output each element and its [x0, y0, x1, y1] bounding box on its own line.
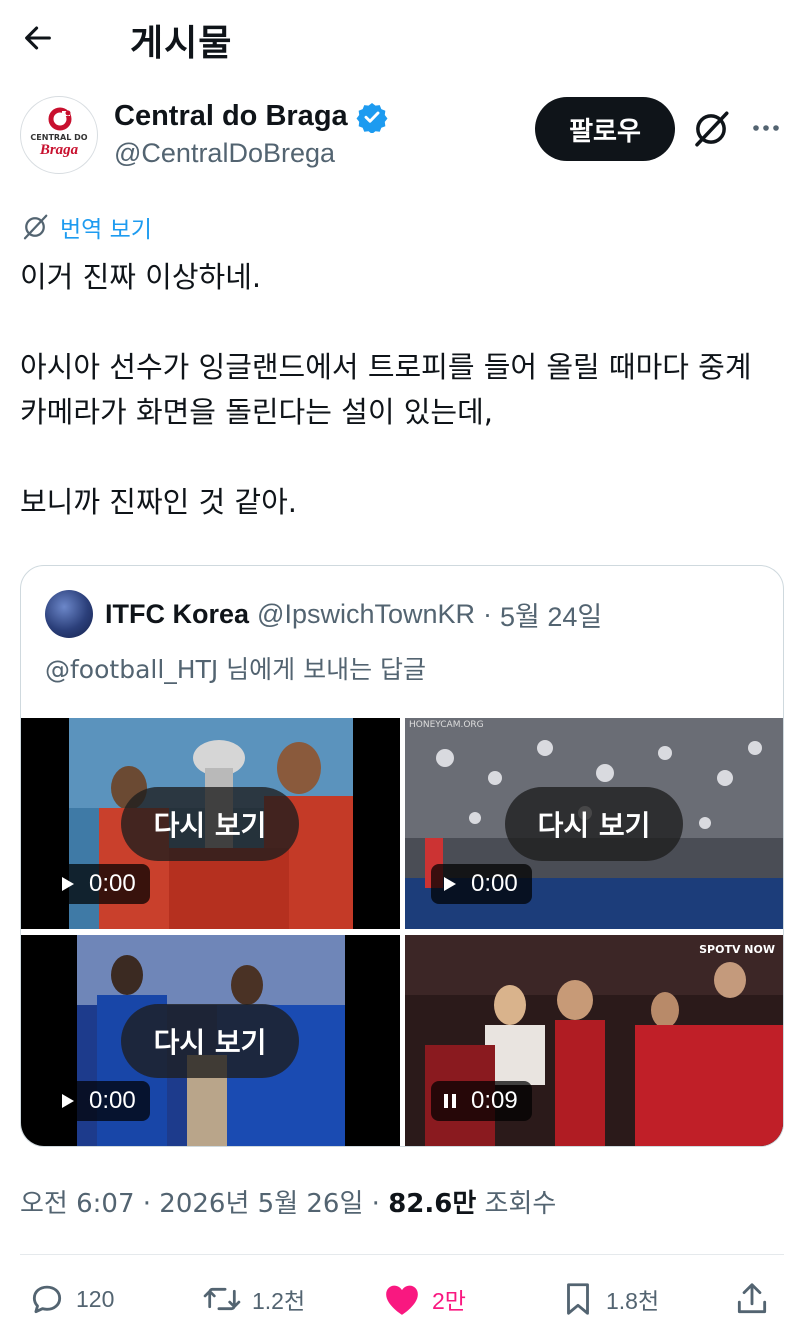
page-title: 게시물 [130, 23, 233, 64]
avatar-text-bottom: Braga [39, 142, 79, 158]
post-date[interactable]: 2026년 5월 26일 [159, 1189, 363, 1219]
back-arrow-icon[interactable] [18, 18, 58, 58]
reply-to-text: @football_HTJ 님에게 보내는 답글 [45, 655, 427, 684]
dot-separator: · [142, 1189, 152, 1219]
video-time-badge: 0:09 [431, 1081, 532, 1121]
dot-separator: · [371, 1189, 380, 1219]
bookmark-button[interactable]: 1.8천 [560, 1280, 659, 1318]
translate-icon [23, 214, 48, 240]
action-bar: 120 1.2천 2만 1.8천 [0, 1280, 796, 1330]
quoted-author-name[interactable]: ITFC Korea [105, 599, 249, 630]
top-bar: 게시물 [0, 0, 796, 78]
video-time: 0:00 [89, 1087, 136, 1114]
video-time-badge: 0:00 [431, 864, 532, 904]
bookmark-icon [567, 1283, 589, 1315]
avatar-text-top: CENTRAL DO [30, 133, 88, 142]
video-time: 0:09 [471, 1087, 518, 1114]
like-count: 2만 [432, 1288, 466, 1314]
view-count-label: 조회수 [484, 1189, 557, 1219]
repost-count: 1.2천 [252, 1288, 306, 1314]
follow-button[interactable]: 팔로우 [535, 97, 675, 161]
broadcast-logo-text: SPOTV NOW [699, 943, 775, 956]
video-tile-1[interactable]: 다시 보기 0:00 [21, 718, 400, 929]
reply-count: 120 [76, 1285, 115, 1312]
video-time: 0:00 [89, 870, 136, 897]
tweet-text: 이거 진짜 이상하네. 아시아 선수가 잉글랜드에서 트로피를 들어 올릴 때마… [20, 260, 752, 519]
replay-button[interactable]: 다시 보기 [121, 787, 299, 861]
video-time-badge: 0:00 [49, 864, 150, 904]
grok-icon[interactable] [690, 108, 732, 150]
verified-badge-icon [356, 102, 388, 133]
post-timestamp: 오전 6:07 · 2026년 5월 26일 · 82.6만 조회수 [20, 1183, 556, 1220]
view-count: 82.6만 [388, 1189, 477, 1219]
play-icon [444, 877, 456, 891]
play-icon [62, 877, 74, 891]
video-time-badge: 0:00 [49, 1081, 150, 1121]
bookmark-count: 1.8천 [606, 1288, 660, 1314]
translate-link[interactable]: 번역 보기 [20, 210, 152, 244]
replay-button[interactable]: 다시 보기 [505, 787, 683, 861]
translate-label[interactable]: 번역 보기 [60, 210, 152, 244]
heart-icon [386, 1285, 418, 1315]
reply-button[interactable]: 120 [28, 1280, 114, 1318]
quoted-author-avatar[interactable] [45, 590, 93, 638]
author-avatar[interactable]: CENTRAL DO Braga [20, 96, 98, 174]
media-grid: 다시 보기 0:00 HONEYCAM.ORG 다시 보기 0:00 다시 보기… [21, 718, 783, 1146]
video-tile-3[interactable]: 다시 보기 0:00 [21, 935, 400, 1146]
video-tile-4[interactable]: SPOTV NOW 0:09 [405, 935, 783, 1146]
pause-icon [444, 1094, 456, 1108]
more-options-icon[interactable] [746, 108, 786, 148]
dot-separator: · [483, 598, 493, 629]
video-tile-2[interactable]: HONEYCAM.ORG 다시 보기 0:00 [405, 718, 783, 929]
like-button[interactable]: 2만 [382, 1280, 466, 1318]
quoted-tweet-header: ITFC Korea @IpswichTownKR · 5월 24일 [45, 590, 602, 638]
quoted-tweet[interactable]: ITFC Korea @IpswichTownKR · 5월 24일 @foot… [20, 565, 784, 1147]
play-icon [62, 1094, 74, 1108]
repost-button[interactable]: 1.2천 [202, 1280, 305, 1318]
repost-icon [203, 1287, 241, 1311]
video-time: 0:00 [471, 870, 518, 897]
author-row: CENTRAL DO Braga Central do Braga @Centr… [0, 92, 796, 182]
quoted-date: 5월 24일 [500, 601, 603, 632]
replay-button[interactable]: 다시 보기 [121, 1004, 299, 1078]
watermark-text: HONEYCAM.ORG [409, 720, 484, 730]
author-name-row[interactable]: Central do Braga [114, 100, 388, 133]
share-icon [737, 1283, 767, 1314]
quoted-author-handle[interactable]: @IpswichTownKR [257, 599, 475, 630]
reply-icon [32, 1285, 62, 1314]
divider [20, 1254, 784, 1255]
share-button[interactable] [733, 1280, 771, 1318]
author-name[interactable]: Central do Braga [114, 100, 348, 133]
post-time[interactable]: 오전 6:07 [20, 1189, 135, 1219]
author-handle[interactable]: @CentralDoBrega [114, 138, 335, 169]
